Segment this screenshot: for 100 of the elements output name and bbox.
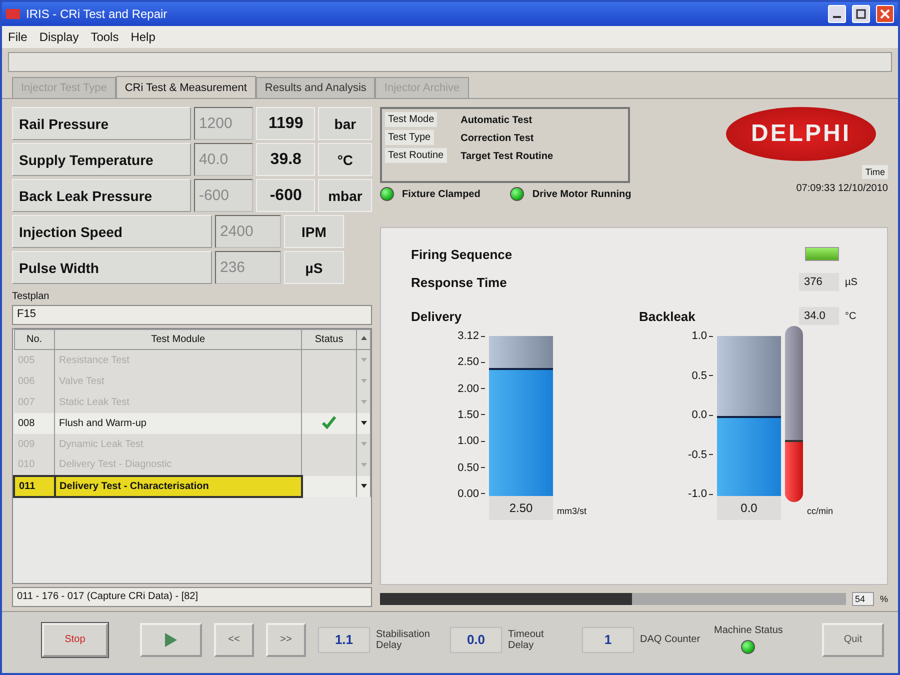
unit-label: cc/min [807,506,834,516]
readout-label: Stabilisation Delay [376,628,431,650]
nav-button[interactable]: << [214,622,254,656]
dropdown-icon [360,378,368,384]
gauge-title: Backleak [639,308,696,324]
column-header: Test Module [54,330,302,350]
readout-value: 1 [582,626,634,652]
readout-value: 1.1 [318,626,370,652]
setpoint-field[interactable]: 40.0 [194,143,254,176]
indicator-label: Fixture Clamped [402,188,480,200]
close-button[interactable] [876,5,894,23]
dropdown-icon [360,462,368,468]
column-header: No. [14,330,55,350]
response-time-label: Response Time [411,274,507,290]
setpoint-field[interactable]: 1200 [194,107,254,140]
maximize-button[interactable] [852,5,870,23]
tab[interactable]: Results and Analysis [256,77,376,98]
response-time-value: 376 [799,273,839,291]
unit-label: IPM [284,215,344,248]
firing-sequence-label: Firing Sequence [411,246,512,262]
info-label: Test Mode [385,112,438,127]
unit-label: mm3/st [557,506,587,516]
measurement-label: Back Leak Pressure [12,179,191,212]
table-cell[interactable]: 008 [14,412,55,434]
axis-tick-label: -1.0 [688,488,707,500]
tick-mark [709,454,713,455]
stop-button[interactable]: Stop [42,622,108,656]
close-icon [880,9,890,19]
quit-button[interactable]: Quit [822,622,884,656]
window-title: IRIS - CRi Test and Repair [26,7,168,21]
axis-tick-label: 1.0 [692,330,707,342]
gauge-reading: 2.50 [489,496,553,520]
table-cell[interactable]: Delivery Test - Characterisation [54,476,302,496]
actual-value: 1199 [256,107,316,140]
tick-mark [481,493,485,494]
minimize-button[interactable] [828,5,846,23]
measurement-label: Rail Pressure [12,107,191,140]
dropdown-icon [360,398,368,404]
gauge-reading: 0.0 [717,496,781,520]
machine-status-label: Machine Status [714,625,783,636]
measurement-label: Supply Temperature [12,143,191,176]
time-value: 07:09:33 12/10/2010 [796,183,888,194]
actual-value: 39.8 [256,143,316,176]
unit-label: mbar [318,179,372,212]
table-cell[interactable]: Flush and Warm-up [54,412,302,434]
axis-tick-label: 0.00 [458,488,479,500]
axis-tick-label: -0.5 [688,448,707,460]
info-value: Correction Test [460,132,535,145]
menu-item[interactable]: Help [130,30,156,44]
temperature-value: 34.0 [799,307,839,325]
menu-item[interactable]: File [8,30,28,44]
progress-value: 54 [852,592,874,606]
column-header: Status [302,330,356,350]
info-label: Test Routine [385,148,447,163]
play-icon [164,632,178,648]
testplan-field[interactable]: F15 [12,305,372,325]
setpoint-field[interactable]: 2400 [215,215,281,248]
status-text: 011 - 176 - 017 (Capture CRi Data) - [82] [12,587,372,607]
tick-mark [709,375,713,376]
setpoint-field[interactable]: -600 [194,179,254,212]
axis-tick-label: 1.50 [458,408,479,421]
info-value: Automatic Test [460,114,534,127]
unit-label: bar [318,107,372,140]
dropdown-icon [360,420,368,426]
unit-label: % [880,594,888,604]
axis-tick-label: 0.5 [692,370,707,382]
unit-label: °C [318,143,372,176]
info-label: Test Type [385,130,434,145]
measurement-label: Injection Speed [12,215,212,248]
minimize-icon [833,16,841,18]
setpoint-field[interactable]: 236 [215,251,281,284]
time-label: Time [862,165,888,179]
tick-mark [481,414,485,416]
menu-item[interactable]: Display [39,30,79,44]
axis-tick-label: 2.00 [458,382,479,395]
readout-label: DAQ Counter [640,634,702,645]
actual-value: -600 [256,179,316,212]
dropdown-icon [360,356,368,363]
indicator-label: Drive Motor Running [532,188,632,200]
axis-tick-label: 0.0 [692,409,707,421]
measurement-label: Pulse Width [12,251,212,284]
readout-value: 0.0 [450,626,502,652]
maximize-icon [856,9,866,19]
tab[interactable]: CRi Test & Measurement [116,76,256,98]
nav-button[interactable]: >> [266,622,306,656]
tick-mark [709,414,713,416]
play-button[interactable] [140,622,202,656]
axis-tick-label: 3.12 [458,330,479,342]
table-cell[interactable]: 011 [14,476,55,496]
scroll-up-icon [360,334,368,342]
gauge-title: Delivery [411,308,462,324]
dropdown-icon [360,440,368,446]
tick-mark [481,467,485,468]
menu-item[interactable]: Tools [90,30,119,44]
dropdown-icon [360,482,368,488]
logo: DELPHI [726,107,876,161]
unit-label: µS [845,276,858,288]
info-value: Target Test Routine [460,150,554,163]
axis-tick-label: 1.00 [458,435,479,448]
tick-mark [481,362,485,363]
